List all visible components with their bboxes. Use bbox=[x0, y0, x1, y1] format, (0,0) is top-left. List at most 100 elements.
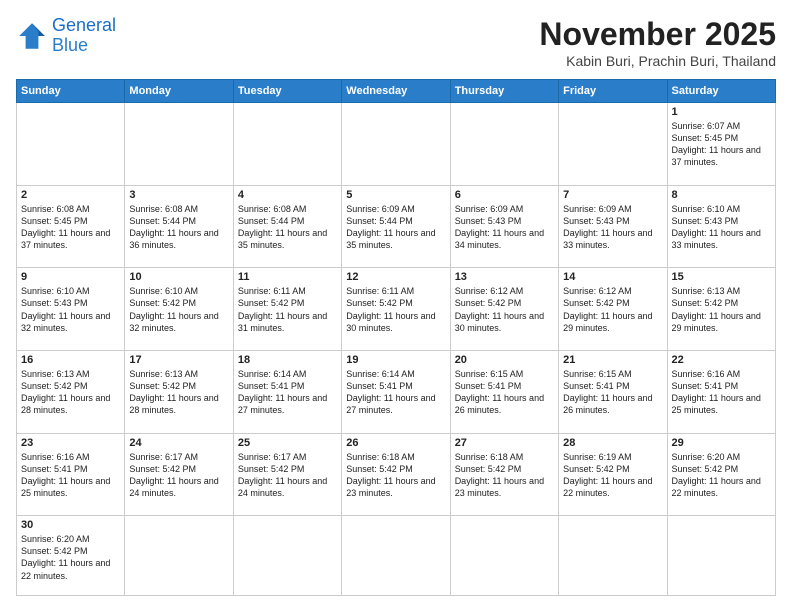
calendar-cell: 21Sunrise: 6:15 AM Sunset: 5:41 PM Dayli… bbox=[559, 350, 667, 433]
week-row-4: 23 Sunrise: 6:16 AM Sunset: 5:41 PM Dayli… bbox=[17, 433, 776, 516]
day-header-tuesday: Tuesday bbox=[233, 80, 341, 103]
calendar-cell bbox=[450, 103, 558, 186]
day-number: 27 bbox=[455, 437, 554, 449]
logo-text: General Blue bbox=[52, 16, 116, 56]
month-title: November 2025 bbox=[539, 16, 776, 53]
day-info: Sunrise: 6:10 AM Sunset: 5:43 PM Dayligh… bbox=[672, 203, 771, 252]
day-info: Sunrise: 6:12 AM Sunset: 5:42 PM Dayligh… bbox=[563, 285, 662, 334]
calendar-cell bbox=[342, 516, 450, 596]
calendar-cell bbox=[559, 516, 667, 596]
calendar-cell: 20 Sunrise: 6:15 AM Sunset: 5:41 PM Dayli… bbox=[450, 350, 558, 433]
day-info: Sunrise: 6:13 AM Sunset: 5:42 PM Dayligh… bbox=[672, 285, 771, 334]
day-info: Sunrise: 6:17 AM Sunset: 5:42 PM Dayligh… bbox=[238, 451, 337, 500]
logo-icon bbox=[16, 20, 48, 52]
day-info: Sunrise: 6:08 AM Sunset: 5:45 PM Dayligh… bbox=[21, 203, 120, 252]
day-info: Sunrise: 6:10 AM Sunset: 5:42 PM Dayligh… bbox=[129, 285, 228, 334]
day-info: Sunrise: 6:08 AM Sunset: 5:44 PM Dayligh… bbox=[129, 203, 228, 252]
day-header-friday: Friday bbox=[559, 80, 667, 103]
day-info: Sunrise: 6:13 AM Sunset: 5:42 PM Dayligh… bbox=[21, 368, 120, 417]
calendar-cell: 29 Sunrise: 6:20 AM Sunset: 5:42 PM Dayli… bbox=[667, 433, 775, 516]
day-number: 24 bbox=[129, 437, 228, 449]
day-number: 3 bbox=[129, 189, 228, 201]
day-info: Sunrise: 6:20 AM Sunset: 5:42 PM Dayligh… bbox=[21, 533, 120, 582]
calendar-cell: 14 Sunrise: 6:12 AM Sunset: 5:42 PM Dayli… bbox=[559, 268, 667, 351]
calendar-cell bbox=[233, 516, 341, 596]
title-block: November 2025 Kabin Buri, Prachin Buri, … bbox=[539, 16, 776, 69]
calendar-cell: 15Sunrise: 6:13 AM Sunset: 5:42 PM Dayli… bbox=[667, 268, 775, 351]
day-info: Sunrise: 6:15 AM Sunset: 5:41 PM Dayligh… bbox=[455, 368, 554, 417]
calendar-cell: 26 Sunrise: 6:18 AM Sunset: 5:42 PM Dayli… bbox=[342, 433, 450, 516]
logo-blue: Blue bbox=[52, 35, 88, 55]
week-row-0: 1 Sunrise: 6:07 AM Sunset: 5:45 PM Daylig… bbox=[17, 103, 776, 186]
calendar-cell: 4Sunrise: 6:08 AM Sunset: 5:44 PM Daylig… bbox=[233, 185, 341, 268]
day-header-wednesday: Wednesday bbox=[342, 80, 450, 103]
calendar-cell bbox=[125, 516, 233, 596]
day-info: Sunrise: 6:14 AM Sunset: 5:41 PM Dayligh… bbox=[346, 368, 445, 417]
day-header-saturday: Saturday bbox=[667, 80, 775, 103]
day-number: 26 bbox=[346, 437, 445, 449]
day-number: 1 bbox=[672, 106, 771, 118]
day-info: Sunrise: 6:18 AM Sunset: 5:42 PM Dayligh… bbox=[346, 451, 445, 500]
calendar-cell bbox=[667, 516, 775, 596]
calendar-cell: 27 Sunrise: 6:18 AM Sunset: 5:42 PM Dayli… bbox=[450, 433, 558, 516]
day-info: Sunrise: 6:09 AM Sunset: 5:43 PM Dayligh… bbox=[563, 203, 662, 252]
days-header-row: SundayMondayTuesdayWednesdayThursdayFrid… bbox=[17, 80, 776, 103]
day-info: Sunrise: 6:14 AM Sunset: 5:41 PM Dayligh… bbox=[238, 368, 337, 417]
day-number: 8 bbox=[672, 189, 771, 201]
calendar-cell: 13 Sunrise: 6:12 AM Sunset: 5:42 PM Dayli… bbox=[450, 268, 558, 351]
day-number: 2 bbox=[21, 189, 120, 201]
calendar: SundayMondayTuesdayWednesdayThursdayFrid… bbox=[16, 79, 776, 596]
calendar-cell: 22 Sunrise: 6:16 AM Sunset: 5:41 PM Dayli… bbox=[667, 350, 775, 433]
day-number: 23 bbox=[21, 437, 120, 449]
calendar-cell: 18 Sunrise: 6:14 AM Sunset: 5:41 PM Dayli… bbox=[233, 350, 341, 433]
day-header-thursday: Thursday bbox=[450, 80, 558, 103]
day-number: 9 bbox=[21, 271, 120, 283]
calendar-cell: 7 Sunrise: 6:09 AM Sunset: 5:43 PM Daylig… bbox=[559, 185, 667, 268]
calendar-cell bbox=[233, 103, 341, 186]
logo: General Blue bbox=[16, 16, 116, 56]
day-number: 5 bbox=[346, 189, 445, 201]
calendar-cell: 2 Sunrise: 6:08 AM Sunset: 5:45 PM Daylig… bbox=[17, 185, 125, 268]
day-number: 25 bbox=[238, 437, 337, 449]
week-row-2: 9 Sunrise: 6:10 AM Sunset: 5:43 PM Daylig… bbox=[17, 268, 776, 351]
day-info: Sunrise: 6:13 AM Sunset: 5:42 PM Dayligh… bbox=[129, 368, 228, 417]
calendar-cell bbox=[559, 103, 667, 186]
day-number: 20 bbox=[455, 354, 554, 366]
calendar-cell: 16Sunrise: 6:13 AM Sunset: 5:42 PM Dayli… bbox=[17, 350, 125, 433]
day-number: 10 bbox=[129, 271, 228, 283]
day-info: Sunrise: 6:12 AM Sunset: 5:42 PM Dayligh… bbox=[455, 285, 554, 334]
day-number: 29 bbox=[672, 437, 771, 449]
day-number: 17 bbox=[129, 354, 228, 366]
day-header-monday: Monday bbox=[125, 80, 233, 103]
day-info: Sunrise: 6:20 AM Sunset: 5:42 PM Dayligh… bbox=[672, 451, 771, 500]
day-number: 7 bbox=[563, 189, 662, 201]
day-info: Sunrise: 6:07 AM Sunset: 5:45 PM Dayligh… bbox=[672, 120, 771, 169]
day-info: Sunrise: 6:10 AM Sunset: 5:43 PM Dayligh… bbox=[21, 285, 120, 334]
calendar-cell: 23 Sunrise: 6:16 AM Sunset: 5:41 PM Dayli… bbox=[17, 433, 125, 516]
calendar-cell: 11Sunrise: 6:11 AM Sunset: 5:42 PM Dayli… bbox=[233, 268, 341, 351]
day-info: Sunrise: 6:18 AM Sunset: 5:42 PM Dayligh… bbox=[455, 451, 554, 500]
calendar-cell: 8 Sunrise: 6:10 AM Sunset: 5:43 PM Daylig… bbox=[667, 185, 775, 268]
day-number: 13 bbox=[455, 271, 554, 283]
day-number: 30 bbox=[21, 519, 120, 531]
page: General Blue November 2025 Kabin Buri, P… bbox=[0, 0, 792, 612]
day-number: 22 bbox=[672, 354, 771, 366]
day-info: Sunrise: 6:16 AM Sunset: 5:41 PM Dayligh… bbox=[672, 368, 771, 417]
calendar-cell: 28 Sunrise: 6:19 AM Sunset: 5:42 PM Dayli… bbox=[559, 433, 667, 516]
calendar-cell: 9 Sunrise: 6:10 AM Sunset: 5:43 PM Daylig… bbox=[17, 268, 125, 351]
location: Kabin Buri, Prachin Buri, Thailand bbox=[539, 53, 776, 69]
day-info: Sunrise: 6:16 AM Sunset: 5:41 PM Dayligh… bbox=[21, 451, 120, 500]
day-number: 12 bbox=[346, 271, 445, 283]
day-number: 14 bbox=[563, 271, 662, 283]
calendar-cell: 19Sunrise: 6:14 AM Sunset: 5:41 PM Dayli… bbox=[342, 350, 450, 433]
header: General Blue November 2025 Kabin Buri, P… bbox=[16, 16, 776, 69]
calendar-cell bbox=[342, 103, 450, 186]
calendar-cell bbox=[125, 103, 233, 186]
week-row-1: 2 Sunrise: 6:08 AM Sunset: 5:45 PM Daylig… bbox=[17, 185, 776, 268]
calendar-cell: 24Sunrise: 6:17 AM Sunset: 5:42 PM Dayli… bbox=[125, 433, 233, 516]
day-number: 18 bbox=[238, 354, 337, 366]
day-info: Sunrise: 6:11 AM Sunset: 5:42 PM Dayligh… bbox=[238, 285, 337, 334]
day-number: 28 bbox=[563, 437, 662, 449]
day-info: Sunrise: 6:19 AM Sunset: 5:42 PM Dayligh… bbox=[563, 451, 662, 500]
calendar-cell: 17 Sunrise: 6:13 AM Sunset: 5:42 PM Dayli… bbox=[125, 350, 233, 433]
